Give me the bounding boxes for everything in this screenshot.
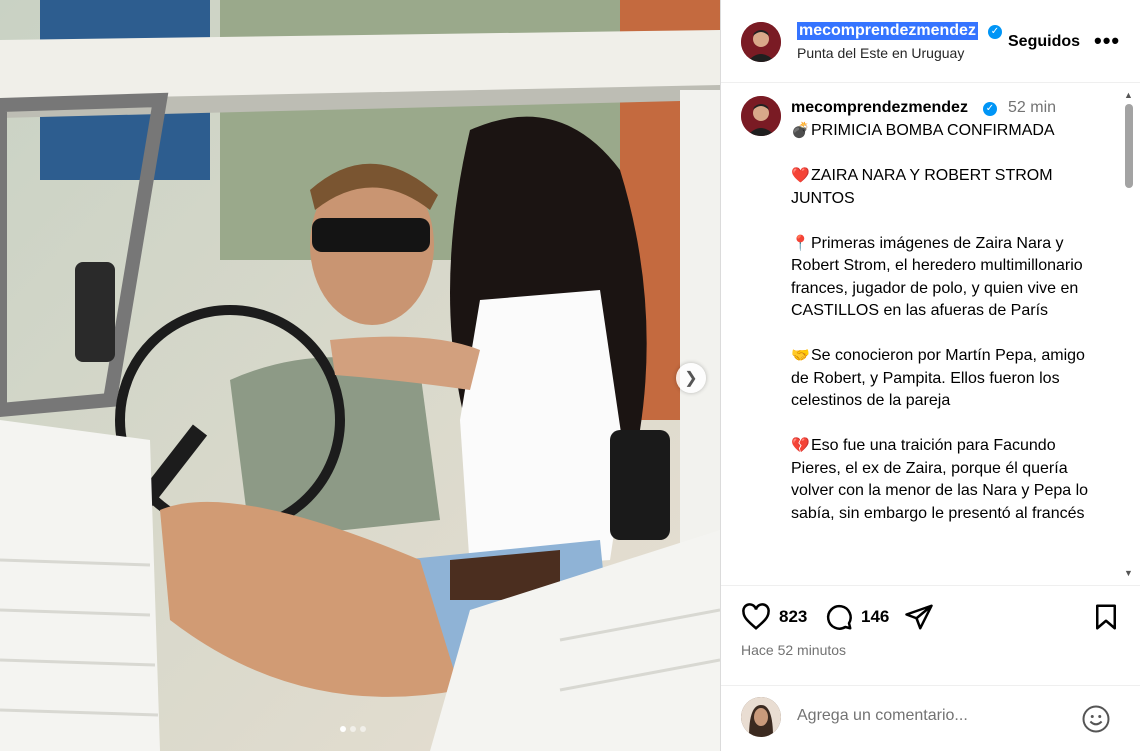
post-photo[interactable]: ❯ xyxy=(0,0,720,751)
verified-badge-icon: ✓ xyxy=(988,25,1002,39)
comment-count[interactable]: 146 xyxy=(861,607,889,627)
post-side-panel: mecomprendezmendez ✓ Punta del Este en U… xyxy=(720,0,1140,751)
comment-icon[interactable] xyxy=(824,602,854,637)
verified-badge-icon: ✓ xyxy=(983,102,997,116)
carousel-dot xyxy=(360,726,366,732)
caption-username[interactable]: mecomprendezmendez xyxy=(791,99,968,117)
scroll-down-icon[interactable]: ▼ xyxy=(1124,568,1133,578)
caption-paragraph: ❤️ZAIRA NARA Y ROBERT STROM JUNTOS xyxy=(791,165,1103,210)
post-image xyxy=(0,0,720,751)
bookmark-icon[interactable] xyxy=(1091,602,1121,637)
heart-emoji-icon: ❤️ xyxy=(791,167,810,184)
caption-paragraph: 💣PRIMICIA BOMBA CONFIRMADA xyxy=(791,120,1103,143)
caption-paragraph: 🤝Se conocieron por Martín Pepa, amigo de… xyxy=(791,345,1103,413)
caption-time: 52 min xyxy=(1008,99,1057,116)
comment-input[interactable]: Agrega un comentario... xyxy=(797,707,968,725)
post-header: mecomprendezmendez ✓ Punta del Este en U… xyxy=(721,0,1140,83)
pin-icon: 📍 xyxy=(791,234,810,252)
bomb-icon: 💣 xyxy=(791,122,810,139)
author-avatar[interactable] xyxy=(741,22,781,62)
post-location[interactable]: Punta del Este en Uruguay xyxy=(797,45,964,61)
caption-line: PRIMICIA BOMBA CONFIRMADA xyxy=(811,122,1055,139)
caption-line: Primeras imágenes de Zaira Nara y Robert… xyxy=(791,234,1083,320)
scroll-up-icon[interactable]: ▲ xyxy=(1124,90,1133,100)
caption-area: mecomprendezmendez ✓ 52 min 💣PRIMICIA BO… xyxy=(721,82,1140,586)
like-count[interactable]: 823 xyxy=(779,607,807,627)
caption-line: Eso fue una traición para Facundo Pieres… xyxy=(791,437,1089,522)
carousel-dot xyxy=(350,726,356,732)
current-user-avatar[interactable] xyxy=(741,697,781,737)
carousel-dot xyxy=(340,726,346,732)
caption-text: 💣PRIMICIA BOMBA CONFIRMADA ❤️ZAIRA NARA … xyxy=(791,120,1103,548)
carousel-dots xyxy=(340,726,366,732)
posted-time: Hace 52 minutos xyxy=(741,642,847,658)
add-comment-row: Agrega un comentario... xyxy=(721,685,1140,752)
broken-heart-icon: 💔 xyxy=(791,437,810,454)
next-photo-button[interactable]: ❯ xyxy=(676,363,706,393)
heart-icon[interactable] xyxy=(741,602,771,637)
caption-line: ZAIRA NARA Y ROBERT STROM JUNTOS xyxy=(791,167,1053,207)
more-options-icon[interactable]: ••• xyxy=(1094,28,1120,54)
chevron-right-icon: ❯ xyxy=(684,370,698,387)
caption-line: Se conocieron por Martín Pepa, amigo de … xyxy=(791,347,1085,409)
action-bar: 823 146 xyxy=(721,598,1140,638)
caption-paragraph: 📍Primeras imágenes de Zaira Nara y Rober… xyxy=(791,233,1103,323)
scrollbar-thumb[interactable] xyxy=(1125,104,1133,188)
following-button[interactable]: Seguidos xyxy=(1008,33,1080,51)
caption-scrollbar[interactable]: ▲ ▼ xyxy=(1123,90,1133,580)
caption-avatar[interactable] xyxy=(741,96,781,136)
share-icon[interactable] xyxy=(904,602,934,637)
caption-paragraph: 💔Eso fue una traición para Facundo Piere… xyxy=(791,435,1103,525)
author-username[interactable]: mecomprendezmendez xyxy=(797,22,978,40)
emoji-picker-icon[interactable] xyxy=(1081,704,1111,739)
handshake-icon: 🤝 xyxy=(791,347,810,364)
